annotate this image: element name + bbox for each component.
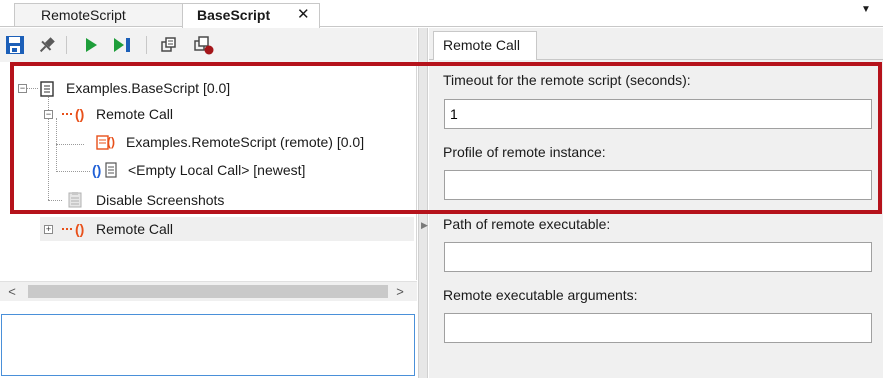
collapse-icon[interactable]: − (44, 110, 53, 119)
splitter-grip-icon: ▶ (421, 220, 428, 230)
tree-node-basescript[interactable]: − Examples.BaseScript [0.0] (0, 76, 417, 100)
run-to-end-icon[interactable] (110, 34, 134, 56)
tab-remote-call[interactable]: Remote Call (433, 31, 537, 60)
svg-text:(): () (75, 106, 84, 122)
profile-label: Profile of remote instance: (443, 144, 606, 160)
tab-list-dropdown-icon[interactable]: ▼ (861, 4, 871, 15)
tree-node-remote-script[interactable]: () Examples.RemoteScript (remote) [0.0] (0, 130, 417, 154)
tab-strip: RemoteScript BaseScript ✕ ▼ (0, 0, 883, 28)
breakpoint-icon[interactable] (192, 34, 216, 56)
toolbar-separator (146, 36, 147, 54)
scroll-left-icon[interactable]: < (2, 282, 22, 302)
scroll-right-icon[interactable]: > (390, 282, 410, 302)
local-call-icon: () (92, 161, 120, 186)
timeout-label: Timeout for the remote script (seconds): (443, 72, 691, 88)
tree-node-label: Examples.RemoteScript (remote) [0.0] (126, 134, 365, 150)
run-icon[interactable] (80, 34, 104, 56)
close-icon[interactable]: ✕ (297, 4, 310, 26)
save-icon[interactable] (4, 34, 28, 56)
collapse-icon[interactable]: − (18, 84, 27, 93)
disabled-step-icon (66, 191, 84, 216)
tab-basescript-label: BaseScript (197, 7, 271, 23)
properties-panel: Remote Call Timeout for the remote scrip… (429, 28, 883, 378)
tree-node-label: Remote Call (96, 106, 174, 122)
tab-remotescript-label: RemoteScript (41, 7, 126, 23)
path-label: Path of remote executable: (443, 216, 611, 232)
toolbar-separator (66, 36, 67, 54)
script-icon (40, 80, 54, 104)
remote-call-icon: () (62, 217, 94, 248)
tree-node-local-call[interactable]: () <Empty Local Call> [newest] (0, 158, 417, 182)
test-tree: − Examples.BaseScript [0.0] − () Remote … (0, 62, 417, 280)
arguments-input[interactable] (444, 313, 872, 343)
svg-text:(): () (107, 135, 115, 149)
description-textarea[interactable] (1, 314, 415, 376)
remote-script-icon: () (96, 133, 120, 158)
copy-icon[interactable] (158, 34, 182, 56)
tree-node-label: Remote Call (96, 221, 174, 237)
tree-node-label: <Empty Local Call> [newest] (128, 162, 306, 178)
tab-strip-divider (0, 26, 883, 27)
tree-node-label: Examples.BaseScript [0.0] (66, 80, 231, 96)
tree-node-remote-call[interactable]: − () Remote Call (0, 102, 417, 126)
svg-text:(): () (75, 221, 84, 237)
horizontal-scrollbar[interactable]: < > (0, 281, 417, 301)
profile-input[interactable] (444, 170, 872, 200)
arguments-label: Remote executable arguments: (443, 287, 638, 303)
tree-node-remote-call-2[interactable]: + () Remote Call (40, 217, 414, 241)
svg-text:(): () (92, 162, 101, 178)
pin-icon[interactable] (36, 34, 60, 56)
tab-remotescript[interactable]: RemoteScript (14, 3, 186, 27)
timeout-input[interactable] (444, 99, 872, 129)
remote-call-icon: () (62, 102, 94, 133)
expand-icon[interactable]: + (44, 225, 53, 234)
tab-remote-call-label: Remote Call (443, 37, 521, 53)
tree-node-label: Disable Screenshots (96, 192, 225, 208)
path-input[interactable] (444, 242, 872, 272)
panel-splitter[interactable]: ▶ (418, 28, 428, 378)
scrollbar-thumb[interactable] (28, 285, 388, 298)
tree-node-disable-screenshots[interactable]: Disable Screenshots (0, 188, 417, 212)
tab-basescript[interactable]: BaseScript ✕ (182, 3, 320, 28)
toolbar (0, 28, 417, 62)
